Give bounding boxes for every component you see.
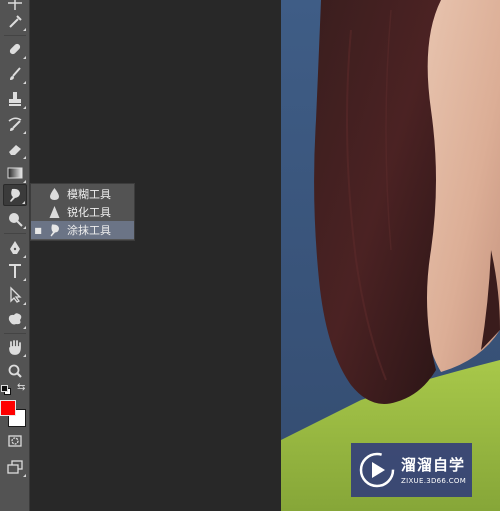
dodge-tool[interactable] xyxy=(3,208,27,230)
flyout-item-blur-tool[interactable]: 模糊工具 xyxy=(31,185,134,203)
default-colors-icon[interactable] xyxy=(1,385,11,395)
path-selection-tool[interactable] xyxy=(3,284,27,306)
pen-icon xyxy=(10,241,20,254)
quick-mask-button[interactable] xyxy=(3,430,27,452)
selected-bullet: ■ xyxy=(34,225,42,235)
watermark-url: ZIXUE.3D66.COM xyxy=(401,476,467,485)
swap-colors-icon[interactable]: ⇆ xyxy=(17,383,25,393)
tool-group-indicator xyxy=(23,302,26,305)
flyout-item-label: 模糊工具 xyxy=(67,188,111,201)
custom-shape-tool[interactable] xyxy=(3,308,27,330)
tools-panel: ⇆ xyxy=(0,0,30,511)
brush-tool[interactable] xyxy=(3,63,27,85)
healing-brush-tool[interactable] xyxy=(3,38,27,60)
tool-group-indicator xyxy=(23,255,26,258)
eraser-tool[interactable] xyxy=(3,138,27,160)
type-icon xyxy=(9,264,21,278)
flyout-item-label: 锐化工具 xyxy=(67,206,111,219)
tool-group-indicator xyxy=(23,106,26,109)
magnifier-icon xyxy=(8,364,22,378)
bandage-icon xyxy=(9,43,21,55)
flyout-item-smudge-tool[interactable]: ■ 涂抹工具 xyxy=(31,221,134,239)
quick-mask-icon xyxy=(8,435,22,447)
eyedropper-icon xyxy=(9,15,22,28)
toolbar-separator xyxy=(4,333,26,334)
blur-drop-icon xyxy=(45,186,63,202)
tool-group-indicator xyxy=(23,354,26,357)
clone-stamp-tool[interactable] xyxy=(3,88,27,110)
arrow-cursor-icon xyxy=(10,286,22,303)
smudge-tool-flyout-menu: 模糊工具 锐化工具 ■ 涂抹工具 xyxy=(30,183,135,241)
tool-group-indicator xyxy=(23,131,26,134)
screen-mode-button[interactable] xyxy=(3,456,27,478)
eyedropper-tool[interactable] xyxy=(3,10,27,32)
portrait-photo xyxy=(281,0,500,511)
foreground-color-swatch[interactable] xyxy=(0,400,16,416)
toolbar-separator xyxy=(4,233,26,234)
shape-blob-icon xyxy=(8,313,22,325)
hand-tool[interactable] xyxy=(3,336,27,358)
eraser-icon xyxy=(9,145,21,155)
tool-group-indicator xyxy=(23,156,26,159)
tool-group-indicator xyxy=(23,180,26,183)
history-brush-icon xyxy=(8,117,22,131)
gradient-tool[interactable] xyxy=(3,162,27,184)
tool-group-indicator xyxy=(23,474,26,477)
tool-group-indicator xyxy=(23,278,26,281)
history-brush-tool[interactable] xyxy=(3,113,27,135)
stamp-icon xyxy=(9,92,21,106)
gradient-icon xyxy=(7,167,23,179)
sharpen-triangle-icon xyxy=(45,204,63,220)
tool-group-indicator xyxy=(23,326,26,329)
tool-group-indicator xyxy=(23,81,26,84)
flyout-item-sharpen-tool[interactable]: 锐化工具 xyxy=(31,203,134,221)
brush-icon xyxy=(10,67,21,80)
tool-group-indicator xyxy=(23,226,26,229)
dodge-icon xyxy=(9,213,23,227)
screen-mode-icon xyxy=(7,460,23,474)
play-logo-icon xyxy=(359,452,395,488)
zoom-tool[interactable] xyxy=(3,360,27,382)
tool-group-indicator xyxy=(23,28,26,31)
flyout-item-label: 涂抹工具 xyxy=(67,224,111,237)
type-tool[interactable] xyxy=(3,260,27,282)
pen-tool[interactable] xyxy=(3,237,27,259)
watermark-name: 溜溜自学 xyxy=(401,455,466,474)
hand-icon xyxy=(9,340,21,355)
document-canvas-image[interactable] xyxy=(281,0,500,511)
watermark-logo: 溜溜自学 ZIXUE.3D66.COM xyxy=(351,443,472,497)
tool-group-indicator xyxy=(22,201,25,204)
toolbar-separator xyxy=(4,35,26,36)
tool-group-indicator xyxy=(23,56,26,59)
smudge-tool[interactable] xyxy=(3,184,27,206)
smudge-finger-icon xyxy=(45,222,63,238)
